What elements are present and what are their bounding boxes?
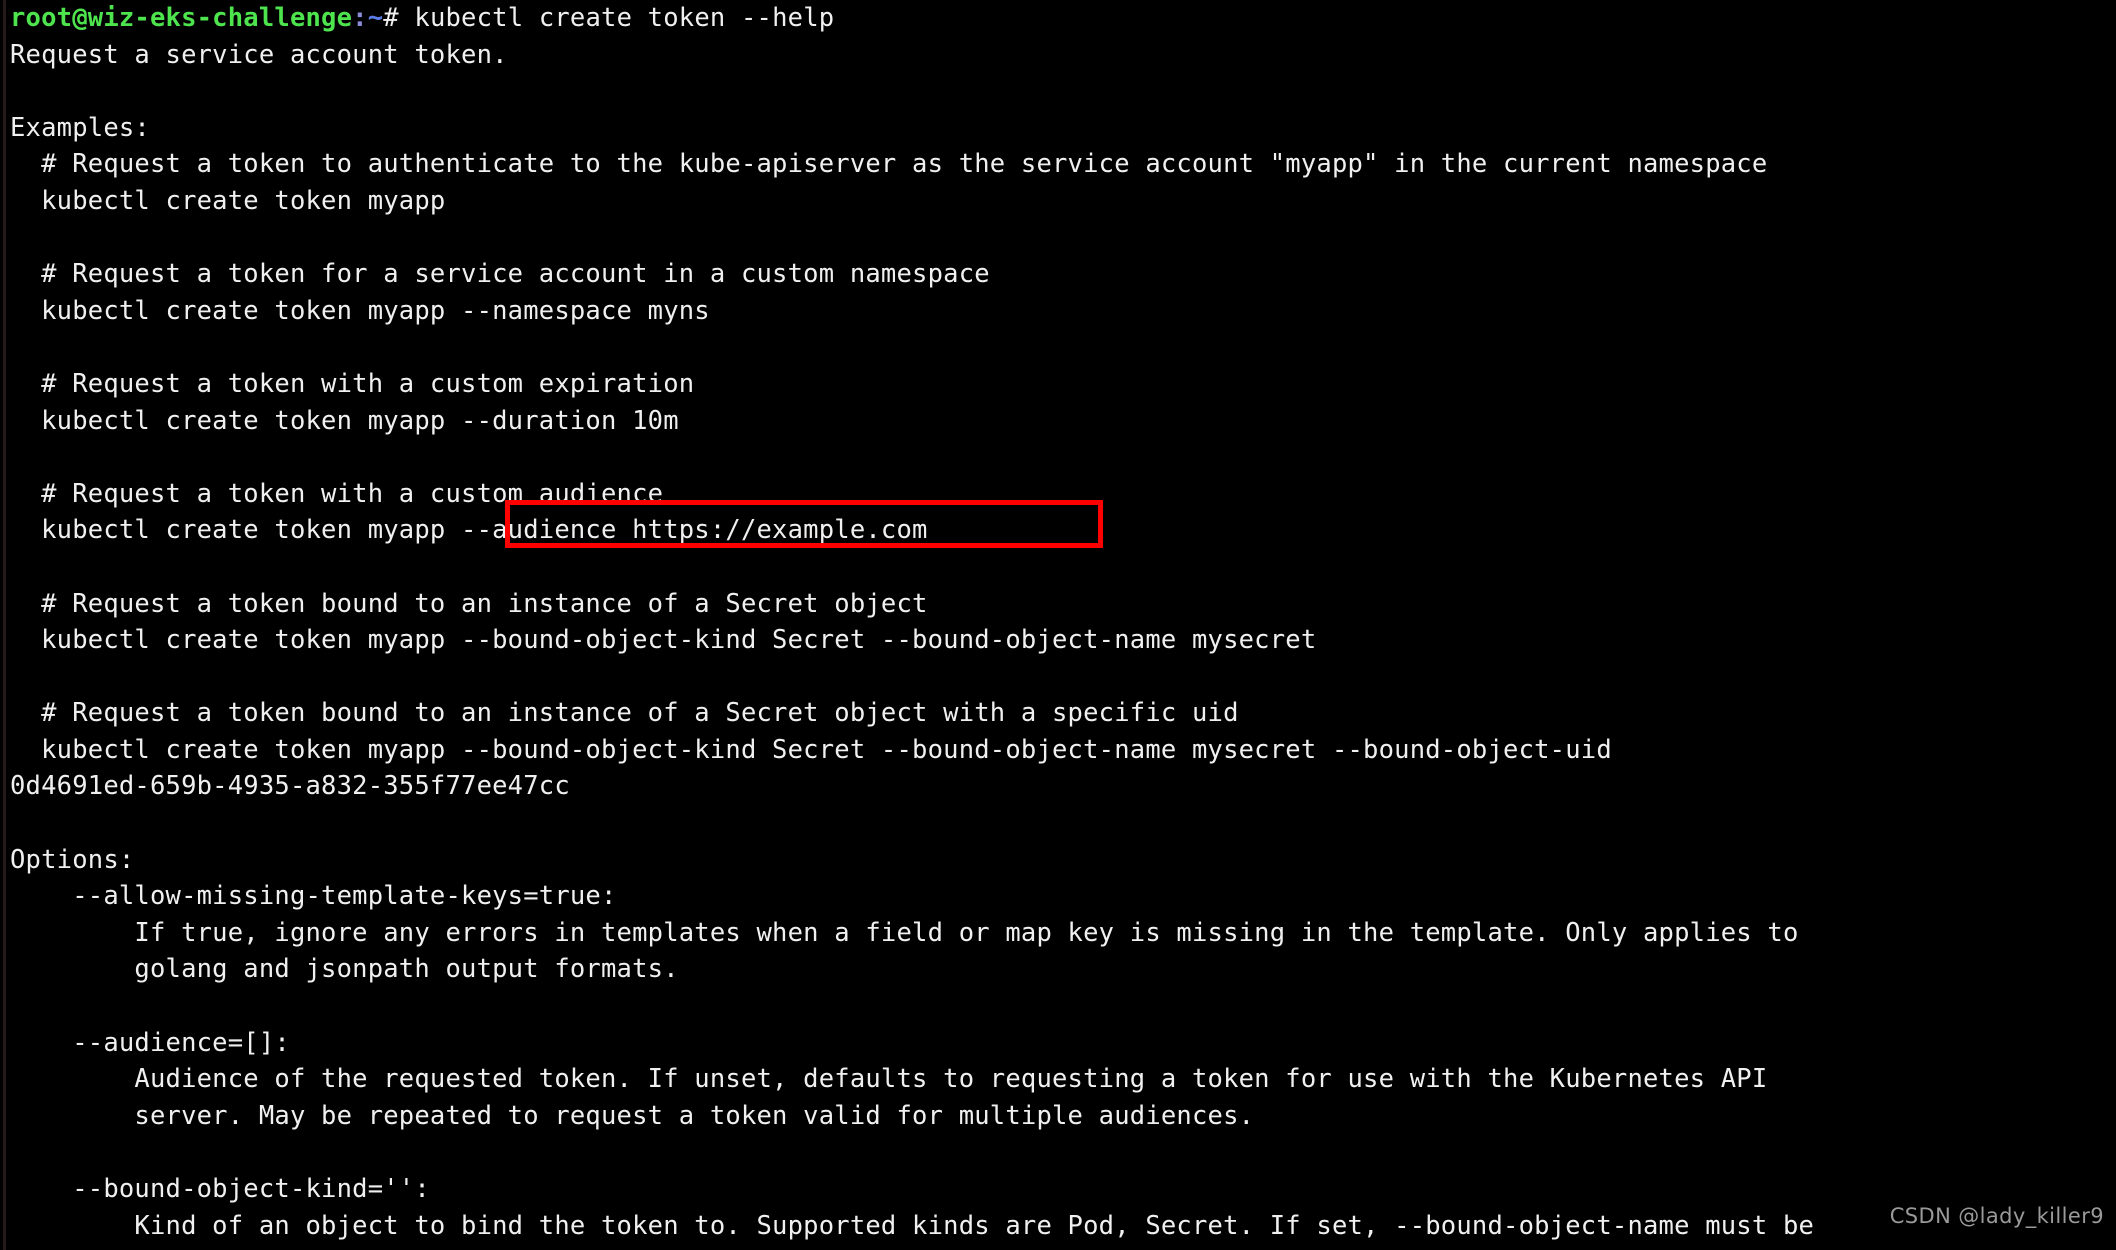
output-line: # Request a token to authenticate to the… xyxy=(10,149,1768,180)
csdn-watermark: CSDN @lady_killer9 xyxy=(1889,1204,2104,1228)
output-line: kubectl create token myapp --audience ht… xyxy=(10,515,928,546)
output-line: --audience=[]: xyxy=(10,1027,290,1058)
prompt-command: kubectl create token --help xyxy=(398,3,835,33)
output-blank-line xyxy=(10,659,2116,696)
output-blank-line xyxy=(10,329,2116,366)
output-blank-line xyxy=(10,988,2116,1025)
output-line: # Request a token bound to an instance o… xyxy=(10,588,928,619)
output-line: provided. xyxy=(10,1244,2116,1250)
output-line: # Request a token with a custom expirati… xyxy=(10,368,695,399)
output-blank-line xyxy=(10,1134,2116,1171)
output-line: If true, ignore any errors in templates … xyxy=(10,917,1799,948)
terminal-scrollbar[interactable] xyxy=(3,0,6,1250)
output-blank-line xyxy=(10,439,2116,476)
output-blank-line xyxy=(10,220,2116,257)
prompt-path: ~ xyxy=(367,3,384,33)
output-line: # Request a token with a custom audience xyxy=(10,478,664,509)
output-line: kubectl create token myapp --bound-objec… xyxy=(10,734,1612,765)
help-text-body: Request a service account token. Examples… xyxy=(10,37,2116,1250)
output-line: Examples: xyxy=(10,112,150,143)
output-line: # Request a token bound to an instance o… xyxy=(10,698,1239,729)
shell-prompt-line: root@wiz-eks-challenge:~# kubectl create… xyxy=(10,0,2116,37)
output-line: golang and jsonpath output formats. xyxy=(10,954,679,985)
output-blank-line xyxy=(10,549,2116,586)
prompt-sigil: # xyxy=(383,3,399,33)
output-line: 0d4691ed-659b-4935-a832-355f77ee47cc xyxy=(10,771,570,802)
terminal-window[interactable]: root@wiz-eks-challenge:~# kubectl create… xyxy=(0,0,2116,1250)
output-line: kubectl create token myapp --duration 10… xyxy=(10,405,679,436)
prompt-user-host: root@wiz-eks-challenge xyxy=(10,3,353,33)
output-line: Request a service account token. xyxy=(10,39,508,70)
output-blank-line xyxy=(10,805,2116,842)
output-line: kubectl create token myapp --bound-objec… xyxy=(10,625,1317,656)
output-line: Kind of an object to bind the token to. … xyxy=(10,1210,1815,1241)
output-blank-line xyxy=(10,73,2116,110)
output-line: kubectl create token myapp --namespace m… xyxy=(10,295,710,326)
output-line: server. May be repeated to request a tok… xyxy=(10,1100,1255,1131)
prompt-separator: : xyxy=(352,3,368,33)
output-line: --bound-object-kind='': xyxy=(10,1174,430,1204)
output-line: Audience of the requested token. If unse… xyxy=(10,1064,1768,1095)
output-line: --allow-missing-template-keys=true: xyxy=(10,881,617,912)
output-line: Options: xyxy=(10,844,135,875)
output-line: kubectl create token myapp xyxy=(10,185,446,216)
output-line: # Request a token for a service account … xyxy=(10,259,990,290)
terminal-output: root@wiz-eks-challenge:~# kubectl create… xyxy=(10,0,2116,1250)
